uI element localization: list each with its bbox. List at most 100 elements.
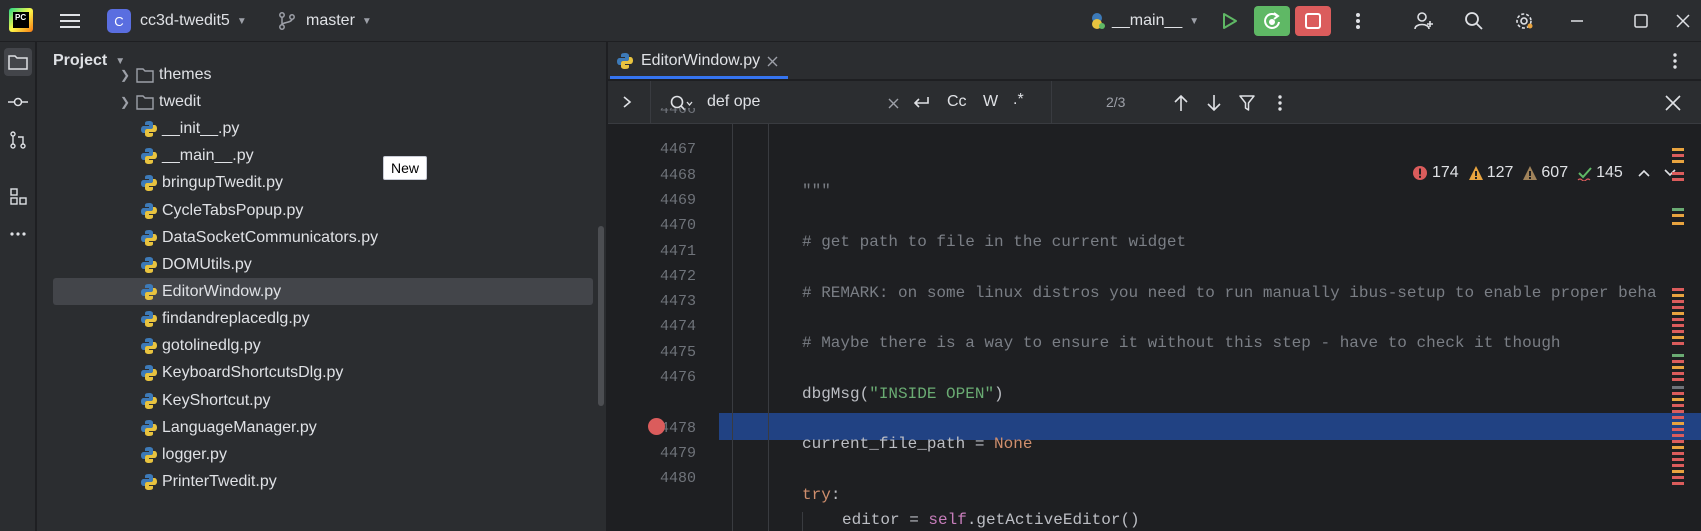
error-stripe-mark[interactable] (1672, 330, 1684, 333)
breakpoint-icon[interactable] (648, 418, 665, 435)
add-user-icon[interactable] (1412, 9, 1436, 33)
stop-icon[interactable] (1295, 6, 1331, 36)
error-stripe-mark[interactable] (1672, 366, 1684, 369)
error-stripe-mark[interactable] (1672, 398, 1684, 401)
error-stripe-mark[interactable] (1672, 378, 1684, 381)
tree-file[interactable]: bringupTwedit.py (37, 169, 606, 196)
error-stripe-mark[interactable] (1672, 458, 1684, 461)
error-stripe-mark[interactable] (1672, 434, 1684, 437)
code-line-4477[interactable]: current_file_path = None (802, 435, 1032, 453)
error-stripe-mark[interactable] (1672, 446, 1684, 449)
words-toggle[interactable]: W (983, 93, 998, 111)
more-actions-icon[interactable] (1346, 9, 1370, 33)
pycharm-logo[interactable]: PC (9, 8, 33, 32)
tree-file[interactable]: CycleTabsPopup.py (37, 197, 606, 224)
error-stripe-mark[interactable] (1672, 208, 1684, 211)
code-line-4479[interactable]: try: (802, 486, 840, 504)
error-stripe-mark[interactable] (1672, 476, 1684, 479)
project-switcher[interactable]: C cc3d-twedit5 ▼ (107, 0, 247, 42)
tree-file[interactable]: __init__.py (37, 115, 606, 142)
code-line-4475[interactable]: dbgMsg("INSIDE OPEN") (802, 385, 1004, 403)
filter-icon[interactable] (1235, 91, 1259, 115)
commit-icon[interactable] (4, 88, 32, 116)
line-number[interactable]: 4467 (608, 141, 696, 158)
error-stripe-mark[interactable] (1672, 360, 1684, 363)
more-icon[interactable] (4, 220, 32, 248)
tree-file[interactable]: KeyboardShortcutsDlg.py (37, 359, 606, 386)
error-stripe-mark[interactable] (1672, 392, 1684, 395)
run-config-selector[interactable]: __main__ ▼ (1088, 0, 1199, 42)
line-number[interactable]: 4471 (608, 243, 696, 260)
tree-file[interactable]: DOMUtils.py (37, 251, 606, 278)
close-window-icon[interactable] (1672, 9, 1694, 33)
tree-file[interactable]: LanguageManager.py (37, 414, 606, 441)
error-stripe-mark[interactable] (1672, 372, 1684, 375)
previous-problem-icon[interactable] (1637, 168, 1651, 178)
tree-file[interactable]: KeyShortcut.py (37, 387, 606, 414)
error-stripe-mark[interactable] (1672, 306, 1684, 309)
line-number[interactable]: 4476 (608, 369, 696, 386)
tree-file[interactable]: DataSocketCommunicators.py (37, 224, 606, 251)
error-stripe-mark[interactable] (1672, 354, 1684, 357)
tree-file[interactable]: PrinterTwedit.py (37, 468, 606, 495)
error-stripe-mark[interactable] (1672, 482, 1684, 485)
error-stripe-mark[interactable] (1672, 148, 1684, 151)
code-line-4469[interactable]: # get path to file in the current widget (802, 233, 1186, 251)
inspection-widget[interactable]: 174 127 607 145 (1412, 162, 1677, 184)
expand-chevron-icon[interactable]: ❯ (120, 95, 136, 109)
error-stripe-mark[interactable] (1672, 404, 1684, 407)
close-tab-icon[interactable] (767, 56, 778, 67)
code-line-4471[interactable]: # REMARK: on some linux distros you need… (802, 284, 1657, 302)
line-number[interactable]: 4479 (608, 445, 696, 462)
error-stripe-mark[interactable] (1672, 422, 1684, 425)
close-find-icon[interactable] (1661, 91, 1685, 115)
line-number[interactable]: 4474 (608, 318, 696, 335)
code-line-4473[interactable]: # Maybe there is a way to ensure it with… (802, 334, 1561, 352)
tree-folder[interactable]: ❯ themes (37, 61, 606, 88)
line-number[interactable]: 4469 (608, 192, 696, 209)
error-stripe-mark[interactable] (1672, 464, 1684, 467)
tree-file[interactable]: EditorWindow.py (53, 278, 593, 305)
error-stripe-mark[interactable] (1672, 410, 1684, 413)
branch-switcher[interactable]: master ▼ (278, 0, 372, 42)
minimize-icon[interactable] (1565, 9, 1589, 33)
maximize-icon[interactable] (1629, 9, 1653, 33)
error-stripe-mark[interactable] (1672, 294, 1684, 297)
error-stripe-mark[interactable] (1672, 470, 1684, 473)
error-stripe-mark[interactable] (1672, 342, 1684, 345)
error-stripe-mark[interactable] (1672, 214, 1684, 217)
project-scrollbar[interactable] (598, 226, 604, 406)
main-menu-icon[interactable] (58, 9, 82, 33)
error-stripe-mark[interactable] (1672, 172, 1684, 175)
settings-gear-icon[interactable] (1512, 9, 1536, 33)
error-stripe-mark[interactable] (1672, 178, 1684, 181)
tree-file[interactable]: findandreplacedlg.py (37, 305, 606, 332)
pull-requests-icon[interactable] (4, 126, 32, 154)
line-number[interactable]: 4470 (608, 217, 696, 234)
expand-chevron-icon[interactable]: ❯ (120, 68, 136, 82)
folder-icon[interactable] (4, 48, 32, 76)
error-stripe-mark[interactable] (1672, 288, 1684, 291)
previous-occurrence-icon[interactable] (1169, 91, 1193, 115)
error-stripe-mark[interactable] (1672, 300, 1684, 303)
tree-file[interactable]: logger.py (37, 441, 606, 468)
error-stripe-mark[interactable] (1672, 416, 1684, 419)
find-options-icon[interactable] (1268, 91, 1292, 115)
error-stripe-mark[interactable] (1672, 336, 1684, 339)
tree-folder[interactable]: ❯ twedit (37, 88, 606, 115)
clear-search-icon[interactable] (881, 91, 905, 115)
next-occurrence-icon[interactable] (1202, 91, 1226, 115)
line-number[interactable]: 4475 (608, 344, 696, 361)
error-stripe-mark[interactable] (1672, 324, 1684, 327)
regex-toggle[interactable]: .* (1013, 91, 1024, 109)
tree-file[interactable]: gotolinedlg.py (37, 332, 606, 359)
error-stripe-mark[interactable] (1672, 160, 1684, 163)
error-stripe-mark[interactable] (1672, 386, 1684, 389)
error-stripe-mark[interactable] (1672, 312, 1684, 315)
error-stripe-mark[interactable] (1672, 222, 1684, 225)
find-input[interactable]: def ope (707, 93, 760, 111)
line-number[interactable]: 4468 (608, 167, 696, 184)
error-stripe-mark[interactable] (1672, 452, 1684, 455)
tab-editorwindow[interactable]: EditorWindow.py (610, 42, 788, 80)
error-stripe-mark[interactable] (1672, 428, 1684, 431)
